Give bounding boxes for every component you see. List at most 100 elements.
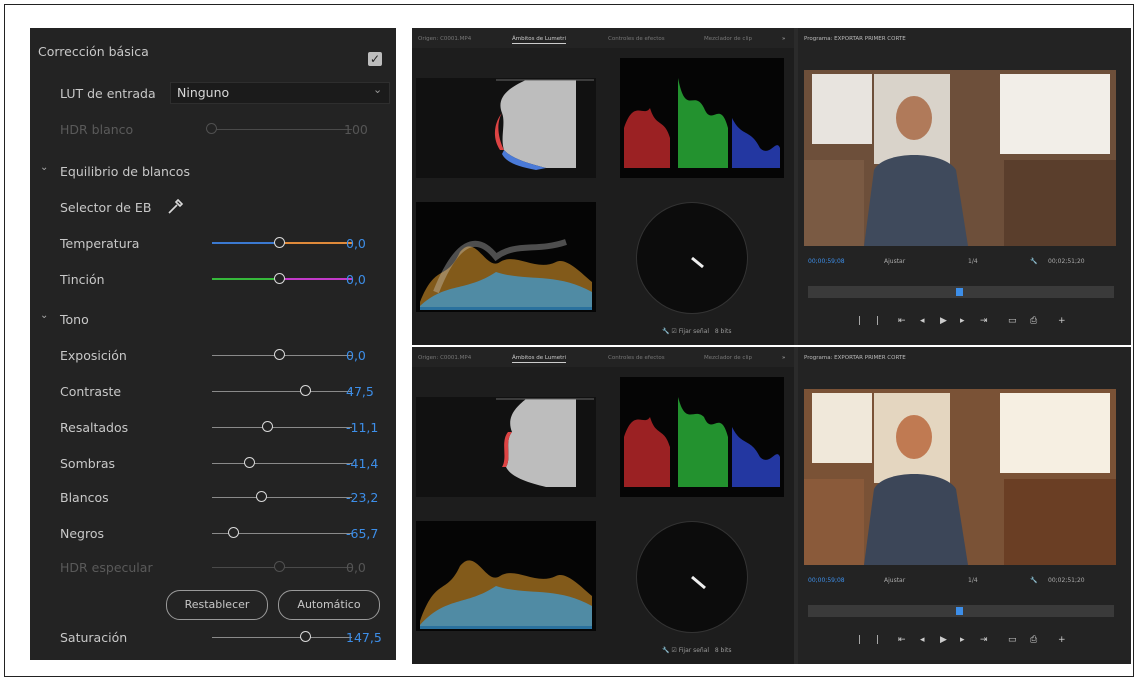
- hdr-specular-row: HDR especular 0,0: [30, 556, 396, 580]
- timecode-duration: 00;02;51;20: [1048, 258, 1085, 265]
- tab-lumetri-scopes[interactable]: Ámbitos de Lumetri: [512, 36, 567, 44]
- rgb-parade-scope: [620, 377, 784, 497]
- step-forward-icon[interactable]: ▸: [960, 635, 965, 645]
- add-button-icon[interactable]: +: [1058, 316, 1066, 326]
- tab-clip-mixer[interactable]: Mezclador de clip: [704, 355, 752, 361]
- insert-icon[interactable]: ▭: [1008, 635, 1017, 645]
- step-back-icon[interactable]: ◂: [920, 635, 925, 645]
- play-icon[interactable]: ▶: [940, 316, 947, 326]
- timecode-current[interactable]: 00;00;59;08: [808, 258, 845, 265]
- program-video-frame: [804, 389, 1116, 565]
- export-frame-icon[interactable]: ⎙: [1030, 316, 1037, 326]
- wrench-icon[interactable]: 🔧: [1030, 258, 1037, 265]
- hdr-white-label: HDR blanco: [60, 122, 134, 137]
- whites-value[interactable]: -23,2: [346, 490, 378, 505]
- tab-source[interactable]: Origen: C0001.MP4: [418, 355, 471, 361]
- clamp-signal-label: Fijar señal: [678, 647, 710, 654]
- playhead[interactable]: [956, 607, 963, 615]
- more-tabs-icon[interactable]: »: [782, 355, 785, 361]
- lut-dropdown[interactable]: Ninguno ⌄: [170, 82, 390, 104]
- playback-resolution-select[interactable]: 1/4: [968, 258, 978, 265]
- highlights-slider-knob[interactable]: [262, 421, 273, 432]
- shadows-value[interactable]: -41,4: [346, 456, 378, 471]
- tab-effect-controls[interactable]: Controles de efectos: [608, 36, 665, 42]
- go-to-in-icon[interactable]: ⇤: [898, 316, 906, 326]
- white-balance-section[interactable]: ⌄ Equilibrio de blancos: [30, 160, 396, 184]
- mark-in-icon[interactable]: |: [858, 316, 861, 326]
- go-to-out-icon[interactable]: ⇥: [980, 316, 988, 326]
- contrast-slider-knob[interactable]: [300, 385, 311, 396]
- timeline-scrubber[interactable]: [808, 605, 1114, 617]
- bit-depth-select[interactable]: 8 bits: [715, 647, 732, 654]
- video-frame-image: [804, 389, 1116, 565]
- temperature-track-cool: [212, 242, 280, 244]
- exposure-slider-knob[interactable]: [274, 349, 285, 360]
- step-back-icon[interactable]: ◂: [920, 316, 925, 326]
- tint-slider-knob[interactable]: [274, 273, 285, 284]
- saturation-row: Saturación 147,5: [30, 626, 396, 650]
- fit-select[interactable]: Ajustar: [884, 258, 905, 265]
- tab-effect-controls[interactable]: Controles de efectos: [608, 355, 665, 361]
- temperature-value[interactable]: 0,0: [346, 236, 366, 251]
- mark-out-icon[interactable]: |: [876, 316, 879, 326]
- program-monitor-title[interactable]: Programa: EXPORTAR PRIMER CORTE: [804, 36, 906, 42]
- lut-value: Ninguno: [177, 85, 230, 100]
- add-button-icon[interactable]: +: [1058, 635, 1066, 645]
- shadows-slider-knob[interactable]: [244, 457, 255, 468]
- tab-lumetri-scopes[interactable]: Ámbitos de Lumetri: [512, 355, 567, 363]
- tab-source[interactable]: Origen: C0001.MP4: [418, 36, 471, 42]
- clamp-signal-checkbox[interactable]: ☑: [671, 647, 676, 654]
- timeline-scrubber[interactable]: [808, 286, 1114, 298]
- highlights-row: Resaltados -11,1: [30, 416, 396, 440]
- program-monitor-title[interactable]: Programa: EXPORTAR PRIMER CORTE: [804, 355, 906, 361]
- whites-slider-knob[interactable]: [256, 491, 267, 502]
- insert-icon[interactable]: ▭: [1008, 316, 1017, 326]
- tab-clip-mixer[interactable]: Mezclador de clip: [704, 36, 752, 42]
- basic-correction-header[interactable]: Corrección básica ✓: [30, 40, 396, 66]
- mark-out-icon[interactable]: |: [876, 635, 879, 645]
- go-to-in-icon[interactable]: ⇤: [898, 635, 906, 645]
- step-forward-icon[interactable]: ▸: [960, 316, 965, 326]
- temperature-track-warm: [280, 242, 352, 244]
- highlights-value[interactable]: -11,1: [346, 420, 378, 435]
- hdr-white-value: 100: [344, 122, 368, 137]
- tint-value[interactable]: 0,0: [346, 272, 366, 287]
- wrench-icon[interactable]: 🔧: [662, 647, 669, 654]
- hdr-white-slider: [212, 129, 352, 130]
- saturation-slider-knob[interactable]: [300, 631, 311, 642]
- go-to-out-icon[interactable]: ⇥: [980, 635, 988, 645]
- reset-button[interactable]: Restablecer: [166, 590, 268, 620]
- wrench-icon[interactable]: 🔧: [1030, 577, 1037, 584]
- clamp-signal-checkbox[interactable]: ☑: [671, 328, 676, 335]
- eyedropper-icon[interactable]: [166, 198, 184, 216]
- play-icon[interactable]: ▶: [940, 635, 947, 645]
- mark-in-icon[interactable]: |: [858, 635, 861, 645]
- saturation-value[interactable]: 147,5: [346, 630, 382, 645]
- basic-correction-checkbox[interactable]: ✓: [368, 52, 382, 66]
- blacks-slider-knob[interactable]: [228, 527, 239, 538]
- blacks-value[interactable]: -65,7: [346, 526, 378, 541]
- contrast-value[interactable]: 47,5: [346, 384, 374, 399]
- chevron-down-icon: ⌄: [40, 162, 49, 173]
- export-frame-icon[interactable]: ⎙: [1030, 635, 1037, 645]
- playhead[interactable]: [956, 288, 963, 296]
- wrench-icon[interactable]: 🔧: [662, 328, 669, 335]
- hdr-white-knob: [206, 123, 217, 134]
- fit-select[interactable]: Ajustar: [884, 577, 905, 584]
- exposure-value[interactable]: 0,0: [346, 348, 366, 363]
- bit-depth-select[interactable]: 8 bits: [715, 328, 732, 335]
- panel-tab-bar: Origen: C0001.MP4 Ámbitos de Lumetri Con…: [412, 28, 794, 48]
- rgb-parade-graph: [620, 377, 784, 497]
- timecode-current[interactable]: 00;00;59;08: [808, 577, 845, 584]
- more-tabs-icon[interactable]: »: [782, 36, 785, 42]
- waveform-graph: [416, 202, 596, 312]
- auto-button[interactable]: Automático: [278, 590, 380, 620]
- temperature-slider-knob[interactable]: [274, 237, 285, 248]
- playback-resolution-select[interactable]: 1/4: [968, 577, 978, 584]
- scope-footer: 🔧 ☑ Fijar señal 8 bits: [662, 328, 732, 335]
- waveform-scope: [416, 202, 596, 312]
- tint-label: Tinción: [60, 272, 105, 287]
- tone-section[interactable]: ⌄ Tono: [30, 308, 396, 332]
- contrast-row: Contraste 47,5: [30, 380, 396, 404]
- chevron-down-icon: ⌄: [40, 310, 49, 321]
